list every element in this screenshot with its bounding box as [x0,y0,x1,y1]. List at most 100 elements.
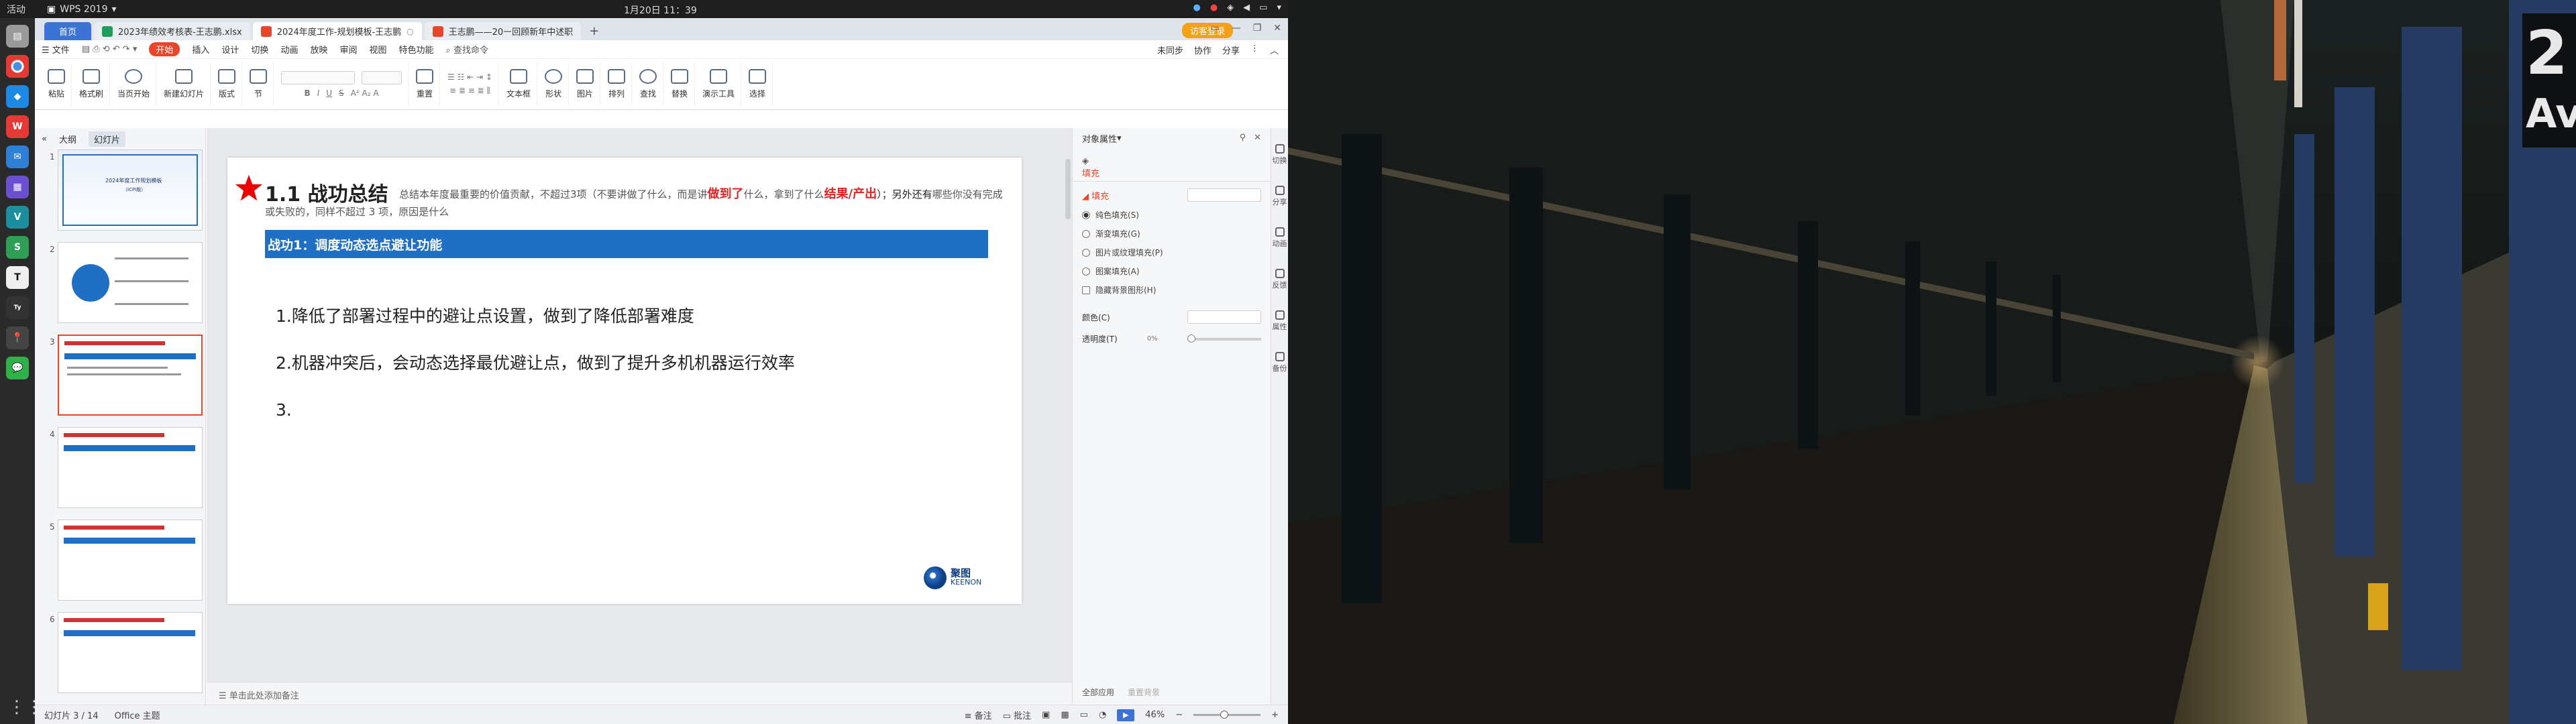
close-icon[interactable]: ○ [407,27,413,36]
normal-view-icon[interactable]: ▣ [1042,710,1050,720]
collab-button[interactable]: 协作 [1194,44,1212,56]
collapse-ribbon-icon[interactable]: ︿ [1270,44,1279,56]
reset-button[interactable]: 重置 [410,62,441,106]
zoom-value[interactable]: 46% [1145,710,1165,720]
zoom-handle[interactable] [1220,711,1229,719]
option-hide-background[interactable]: 隐藏背景图形(H) [1082,284,1261,296]
notes-area[interactable]: ☰ 单击此处添加备注 [207,682,1072,705]
theme-name[interactable]: Office 主题 [115,709,160,721]
zoom-out-icon[interactable]: − [1175,710,1183,720]
battery-icon[interactable]: ▭ [1259,3,1267,13]
option-solid-fill[interactable]: 纯色填充(S) [1082,209,1261,221]
font-size-select[interactable] [362,70,402,84]
option-gradient-fill[interactable]: 渐变填充(G) [1082,228,1261,239]
bluetooth-icon[interactable]: ● [1193,3,1200,13]
power-menu-icon[interactable]: ▾ [1277,3,1281,13]
slider-handle[interactable] [1187,334,1195,343]
input-method-icon[interactable]: ● [1210,3,1218,13]
tab-active-ppt[interactable]: 2024年度工作-规划模板-王志鹏 ○ [252,22,422,40]
tab-home[interactable]: 首页 [44,22,91,40]
network-icon[interactable]: ◈ [1227,3,1234,13]
find-button[interactable]: 查找 [633,62,663,106]
select-button[interactable]: 选择 [743,62,773,106]
section-button[interactable]: 节 [244,62,274,106]
slide-description[interactable]: 总结本年度最重要的价值贡献，不超过3项（不要讲做了什么，而是讲做到了什么，拿到了… [265,186,1003,221]
font-style-buttons[interactable]: B I U S A² A₂ A [305,88,379,98]
color-select[interactable] [1187,310,1261,324]
vertical-scrollbar[interactable] [1065,159,1071,219]
minimize-icon[interactable]: — [1232,23,1241,34]
sidebar-transition[interactable]: 切换 [1273,144,1287,166]
font-family-select[interactable] [281,70,356,84]
more-icon[interactable]: ⋮ [1250,44,1259,56]
close-window-icon[interactable]: ✕ [1273,23,1281,34]
volume-icon[interactable]: ◀ [1243,3,1250,13]
format-painter-button[interactable]: 格式刷 [73,62,111,106]
comment-toggle[interactable]: ▭ 批注 [1003,709,1031,721]
start-from-current-button[interactable]: 当页开始 [111,62,157,106]
menu-animation[interactable]: 动画 [280,43,298,56]
picture-button[interactable]: 图片 [570,62,600,106]
slide-thumb-2[interactable]: 2 [35,242,205,335]
fill-type-select[interactable] [1187,188,1261,202]
sidebar-animation[interactable]: 动画 [1273,227,1287,249]
vscode-icon[interactable]: ◆ [6,85,29,108]
present-tools-button[interactable]: 演示工具 [696,62,742,106]
tab-outline[interactable]: 大纲 [59,133,76,145]
reset-background-button[interactable]: 重置背景 [1128,686,1160,698]
menu-slideshow[interactable]: 放映 [310,43,327,56]
chevron-down-icon[interactable]: ▾ [1117,133,1122,143]
tab-slides[interactable]: 幻灯片 [88,131,125,147]
sidebar-properties[interactable]: 属性 [1273,310,1287,332]
menu-review[interactable]: 审阅 [339,43,357,56]
layout-icon[interactable]: ▭ [1210,23,1219,34]
list-buttons[interactable]: ☰ ☷ ⇤ ⇥ ↕ [447,72,492,82]
chrome-icon[interactable] [6,55,29,78]
menu-insert[interactable]: 插入 [192,43,209,56]
search-app-icon[interactable]: S [6,236,29,259]
menu-special[interactable]: 特色功能 [399,43,434,56]
fill-section-toggle[interactable]: ◢ 填充 [1082,189,1109,202]
add-tab-button[interactable]: + [589,22,599,40]
menu-design[interactable]: 设计 [221,43,239,56]
menu-transition[interactable]: 切换 [251,43,268,56]
replace-button[interactable]: 替换 [665,62,695,106]
transparency-slider[interactable] [1187,334,1261,343]
command-search[interactable]: ⌕ 查找命令 [446,43,488,56]
files-icon[interactable]: ▤ [6,25,29,48]
zoom-slider[interactable] [1193,711,1261,719]
slide-thumb-4[interactable]: 4 [35,427,205,520]
apps-icon[interactable]: ▦ [6,176,29,198]
sync-status[interactable]: 未同步 [1157,44,1183,56]
slide-thumb-6[interactable]: 6 [35,612,205,705]
slide-thumb-1[interactable]: 1 2024年度工作规划模板 （ICPI版） [35,149,205,242]
pin-icon[interactable]: ⚲ [1240,133,1246,143]
sidebar-feedback[interactable]: 反馈 [1273,269,1287,290]
app-menu[interactable]: ▣ WPS 2019 ▾ [47,4,117,15]
slide-thumb-3[interactable]: 3 [35,335,205,427]
slide-section-bar[interactable]: 战功1：调度动态选点避让功能 [265,230,988,258]
slideshow-button[interactable]: ▶ [1117,709,1135,721]
pin-icon[interactable]: 📍 [6,326,29,349]
menu-file[interactable]: ☰ 文件 [42,43,70,56]
slide-body[interactable]: 1.降低了部署过程中的避让点设置，做到了降低部署难度 2.机器冲突后，会动态选择… [276,293,795,434]
align-buttons[interactable]: ≡ ≣ ≡ ≣ ⫼ [449,86,490,96]
clock[interactable]: 1月20日 11：39 [624,3,697,17]
sorter-view-icon[interactable]: ▦ [1061,710,1069,720]
new-slide-button[interactable]: 新建幻灯片 [158,62,211,106]
arrange-button[interactable]: 排列 [602,62,632,106]
tab-ppt-2[interactable]: 王志鹏——20㇐回顾新年中述职 [424,22,582,40]
option-pattern-fill[interactable]: 图案填充(A) [1082,265,1261,277]
vs-icon[interactable]: V [6,206,29,229]
show-apps-icon[interactable]: ⋮⋮ [8,699,43,717]
tab-xlsx[interactable]: 2023年绩效考核表-王志鹏.xlsx [94,22,250,40]
paste-button[interactable]: 粘贴 [42,62,72,106]
restore-icon[interactable]: ❐ [1253,23,1262,34]
mail-icon[interactable]: ✉ [6,145,29,168]
slide-canvas[interactable]: 1.1 战功总结 总结本年度最重要的价值贡献，不超过3项（不要讲做了什么，而是讲… [227,158,1022,604]
wps-icon[interactable]: W [6,115,29,138]
tab-fill[interactable]: ◈ 填充 [1073,148,1271,182]
wechat-icon[interactable]: 💬 [6,357,29,379]
menu-start[interactable]: 开始 [149,42,180,56]
option-picture-fill[interactable]: 图片或纹理填充(P) [1082,247,1261,258]
